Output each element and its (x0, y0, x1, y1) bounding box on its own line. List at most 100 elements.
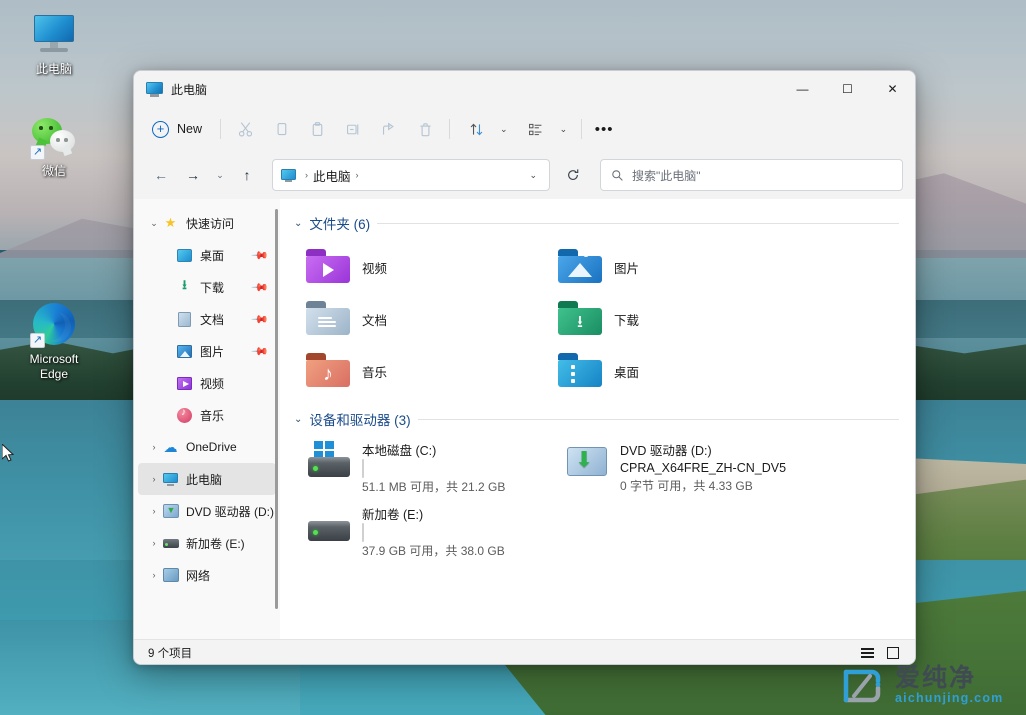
navigation-bar: ← → ⌄ ↑ › 此电脑 › ⌄ 搜索"此电脑" (134, 151, 915, 199)
share-button[interactable] (371, 113, 407, 145)
group-divider (377, 222, 899, 224)
chevron-down-icon[interactable]: ⌄ (294, 218, 302, 229)
folder-item[interactable]: 文档 (294, 293, 546, 345)
downloads-folder-icon: ⭳ (558, 301, 602, 337)
window-title: 此电脑 (171, 82, 208, 97)
sidebar-item-label: 快速访问 (186, 216, 235, 231)
window-titlebar: 此电脑 — ☐ ✕ (134, 71, 915, 107)
recent-locations-button[interactable]: ⌄ (210, 160, 230, 190)
chevron-down-icon[interactable]: ⌄ (294, 414, 302, 425)
details-view-icon[interactable] (855, 642, 879, 664)
copy-button[interactable] (263, 113, 299, 145)
shortcut-arrow-icon: ↗ (30, 333, 45, 348)
drives-grid: 本地磁盘 (C:) 51.1 MB 可用，共 21.2 GB ⬇ DVD 驱动器 (D… (294, 437, 915, 565)
refresh-button[interactable] (558, 160, 588, 190)
desktop-icon-wechat[interactable]: ↗ 微信 (8, 112, 100, 179)
desktop-icon-edge[interactable]: ↗ Microsoft Edge (8, 300, 100, 382)
sidebar-item-9[interactable]: › DVD 驱动器 (D:) (138, 495, 276, 527)
maximize-button[interactable]: ☐ (825, 71, 870, 107)
sidebar-item-7[interactable]: › ☁ OneDrive (138, 431, 276, 463)
edge-icon: ↗ (30, 300, 78, 348)
folder-item[interactable]: 视频 (294, 241, 546, 293)
sidebar-item-0[interactable]: ⌄ ★ 快速访问 (138, 207, 276, 239)
more-options-button[interactable]: ••• (588, 113, 620, 145)
plus-circle-icon: + (152, 120, 169, 138)
pin-icon[interactable]: 📌 (251, 310, 270, 328)
twisty-icon[interactable]: ⌄ (146, 218, 162, 229)
folder-item[interactable]: 图片 (546, 241, 798, 293)
cut-button[interactable] (227, 113, 263, 145)
twisty-icon[interactable]: › (146, 442, 162, 452)
sidebar-item-label: 下载 (200, 280, 225, 295)
view-toggle-group (855, 642, 905, 664)
back-button[interactable]: ← (146, 160, 176, 190)
status-bar: 9 个项目 (134, 639, 915, 664)
drive-item[interactable]: 新加卷 (E:) 37.9 GB 可用，共 38.0 GB (294, 501, 552, 565)
breadcrumb-separator: › (355, 170, 359, 180)
sort-button[interactable]: ⌄ (456, 113, 516, 145)
folders-group-header[interactable]: ⌄ 文件夹 (6) (294, 213, 915, 233)
folder-name: 视频 (362, 261, 388, 276)
sidebar-item-4[interactable]: 图片 📌 (138, 335, 276, 367)
up-button[interactable]: ↑ (232, 160, 262, 190)
twisty-icon[interactable]: › (146, 474, 162, 484)
forward-button[interactable]: → (178, 160, 208, 190)
sidebar-scrollbar[interactable] (275, 209, 278, 609)
desktop-icon-this-pc[interactable]: 此电脑 (8, 10, 100, 77)
sidebar-item-3[interactable]: 文档 📌 (138, 303, 276, 335)
view-button[interactable]: ⌄ (516, 113, 576, 145)
this-pc-icon (281, 168, 296, 183)
sidebar-item-6[interactable]: 音乐 (138, 399, 276, 431)
this-pc-monitor-icon (30, 10, 78, 58)
new-button[interactable]: + New (144, 113, 214, 145)
capacity-bar (362, 523, 364, 542)
twisty-icon[interactable]: › (146, 506, 162, 516)
search-box[interactable]: 搜索"此电脑" (600, 159, 903, 191)
twisty-icon[interactable]: › (146, 570, 162, 580)
sidebar-item-11[interactable]: › 网络 (138, 559, 276, 591)
wechat-icon: ↗ (30, 112, 78, 160)
sidebar-item-10[interactable]: › 新加卷 (E:) (138, 527, 276, 559)
pin-icon[interactable]: 📌 (251, 342, 270, 360)
network-icon (162, 567, 179, 584)
desktop-icon-label: 微信 (41, 164, 66, 178)
this-pc-icon (162, 471, 179, 488)
twisty-icon[interactable]: › (146, 538, 162, 548)
chevron-down-icon: ⌄ (500, 123, 508, 134)
shortcut-arrow-icon: ↗ (30, 145, 45, 160)
folder-item[interactable]: ♪ 音乐 (294, 345, 546, 397)
sidebar-item-2[interactable]: ⭳ 下载 📌 (138, 271, 276, 303)
watermark: 爱纯净 aichunjing.com (840, 662, 1003, 708)
rename-button[interactable] (335, 113, 371, 145)
paste-button[interactable] (299, 113, 335, 145)
folder-name: 图片 (614, 261, 640, 276)
breadcrumb-separator: › (305, 170, 308, 180)
pin-icon[interactable]: 📌 (251, 246, 270, 264)
drives-group-header[interactable]: ⌄ 设备和驱动器 (3) (294, 409, 915, 429)
search-input[interactable]: 搜索"此电脑" (632, 167, 701, 184)
minimize-button[interactable]: — (780, 71, 825, 107)
pin-icon[interactable]: 📌 (251, 278, 270, 296)
large-icons-view-icon[interactable] (881, 642, 905, 664)
delete-button[interactable] (407, 113, 443, 145)
drive-item[interactable]: 本地磁盘 (C:) 51.1 MB 可用，共 21.2 GB (294, 437, 552, 501)
address-bar[interactable]: › 此电脑 › ⌄ (272, 159, 550, 191)
dvd-icon (162, 503, 179, 520)
capacity-bar (362, 459, 364, 478)
address-dropdown-chevron-down-icon[interactable]: ⌄ (525, 170, 541, 181)
drives-group-title: 设备和驱动器 (3) (309, 413, 411, 428)
drive-item[interactable]: ⬇ DVD 驱动器 (D:) CPRA_X64FRE_ZH-CN_DV5 0 字节 可… (552, 437, 810, 501)
breadcrumb-item-this-pc[interactable]: 此电脑 (313, 166, 351, 185)
folders-group-title: 文件夹 (6) (309, 217, 371, 232)
sidebar-item-8[interactable]: › 此电脑 (138, 463, 276, 495)
folder-item[interactable]: 桌面 (546, 345, 798, 397)
drive-free-space: 0 字节 可用，共 4.33 GB (620, 479, 753, 493)
navigation-pane: ⌄★快速访问桌面📌⭳下载📌文档📌图片📌视频音乐›☁OneDrive›此电脑›DV… (134, 199, 280, 639)
sidebar-item-1[interactable]: 桌面 📌 (138, 239, 276, 271)
file-list-pane: ⌄ 文件夹 (6) 视频 图片文档 ⭳ 下载 ♪ 音乐 桌面 ⌄ 设备和驱动器 (3) 本地… (280, 199, 915, 639)
close-button[interactable]: ✕ (870, 71, 915, 107)
watermark-title: 爱纯净 (895, 664, 977, 692)
cloud-icon: ☁ (163, 438, 178, 455)
sidebar-item-5[interactable]: 视频 (138, 367, 276, 399)
folder-item[interactable]: ⭳ 下载 (546, 293, 798, 345)
